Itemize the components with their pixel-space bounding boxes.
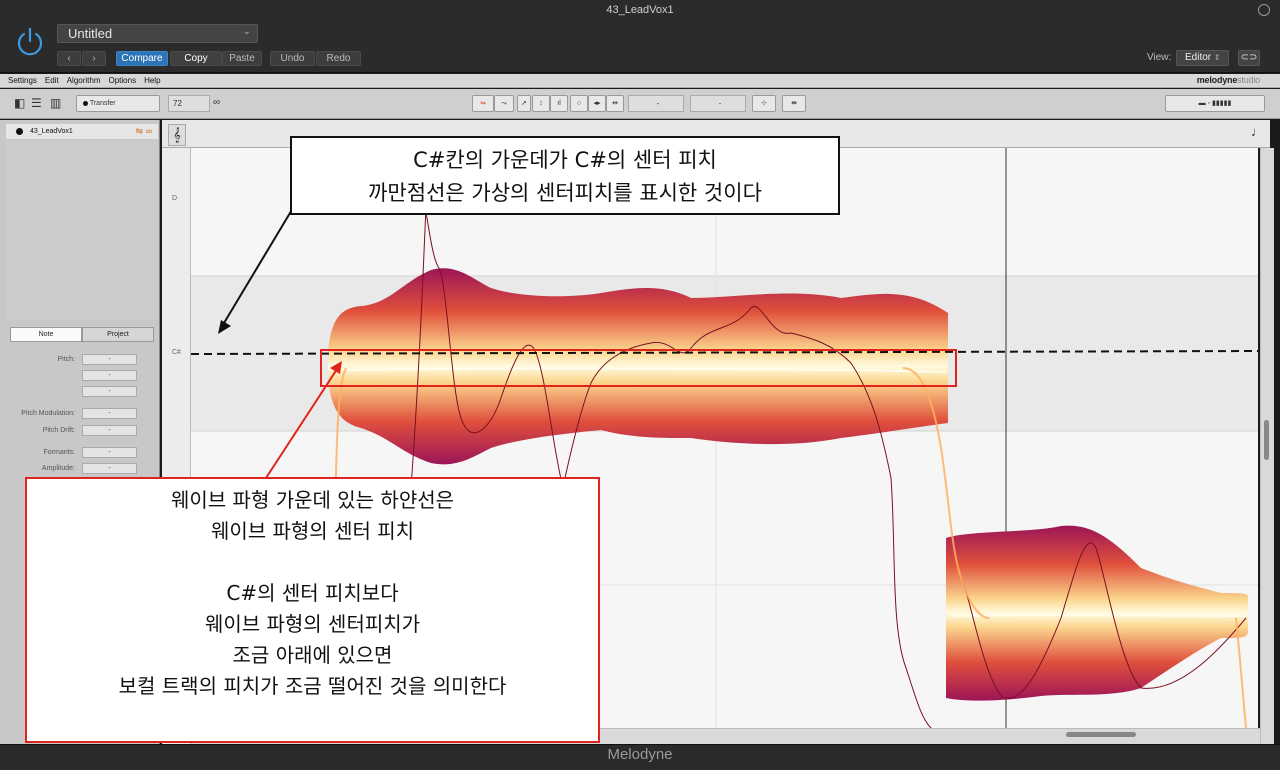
horizontal-scroll-thumb[interactable]: [1066, 732, 1136, 737]
menu-bar: Settings Edit Algorithm Options Help mel…: [0, 74, 1280, 88]
pitch-drift-value[interactable]: -: [82, 425, 137, 436]
separation-tool-icon[interactable]: ⇹: [606, 95, 624, 112]
pitch-modulation-value[interactable]: -: [82, 408, 137, 419]
window-title: 43_LeadVox1: [606, 4, 674, 16]
pitch-macro-icon[interactable]: ⇋: [472, 95, 494, 112]
zoom-horizontal-icon[interactable]: ⇼: [782, 95, 806, 112]
copy-button[interactable]: Copy: [170, 51, 222, 66]
menu-algorithm[interactable]: Algorithm: [67, 76, 101, 85]
pitch-label-d: D: [172, 195, 178, 202]
amplitude-value[interactable]: -: [82, 463, 137, 474]
chevron-updown-icon: ⇕: [1213, 53, 1221, 62]
quantize-icon[interactable]: ⤳: [494, 95, 514, 112]
inspector-tabs: Note Project: [10, 327, 155, 342]
pitch-drift-label: Pitch Drift:: [42, 427, 75, 434]
link-icon[interactable]: ⊂⊃: [1238, 50, 1260, 66]
pitch-value-2[interactable]: -: [82, 370, 137, 381]
power-icon[interactable]: [14, 26, 46, 58]
annotation-top-line1: C#칸의 가운데가 C#의 센터 피치: [413, 148, 717, 172]
tempo-field[interactable]: 72: [168, 95, 210, 112]
value-field-a[interactable]: -: [628, 95, 684, 112]
brand-name: melodyne: [1196, 75, 1238, 85]
annotation-top-line2: 까만점선은 가상의 센터피치를 표시한 것이다: [368, 181, 762, 205]
view-select[interactable]: Editor ⇕: [1176, 50, 1229, 66]
compare-button[interactable]: Compare: [116, 51, 168, 66]
mixer-icon[interactable]: ☰: [31, 96, 42, 110]
link-icon[interactable]: ∞: [213, 96, 220, 110]
zoom-slider[interactable]: ▬ ◦ ▮▮▮▮▮: [1165, 95, 1265, 112]
track-record-icon[interactable]: [16, 128, 23, 135]
view-value: Editor: [1185, 52, 1212, 63]
annotation-top: C#칸의 가운데가 C#의 센터 피치 까만점선은 가상의 센터피치를 표시한 …: [290, 136, 840, 215]
layout-icon[interactable]: ◧: [14, 96, 25, 110]
transfer-label: Transfer: [89, 100, 116, 107]
formants-label: Formants:: [43, 449, 75, 456]
toolbar: ◧ ☰ ▥ Transfer 72 ∞ ⇋ ⤳ ➚ ↕ ıl ○ ◂▸ ⇹ - …: [0, 89, 1280, 119]
record-icon: [83, 100, 88, 106]
pitch-label-csharp: C#: [172, 349, 181, 356]
annotation-bottom: 웨이브 파형 가운데 있는 하얀선은 웨이브 파형의 센터 피치 C#의 센터 …: [25, 477, 600, 743]
redo-button[interactable]: Redo: [316, 51, 361, 66]
track-row[interactable]: 43_LeadVox1 ⇋ ∞: [6, 124, 158, 139]
annotation-bottom-line4: 웨이브 파형의 센터피치가: [204, 612, 421, 636]
pointer-tool-icon[interactable]: ➚: [517, 95, 531, 112]
menu-help[interactable]: Help: [144, 76, 160, 85]
annotation-bottom-line5: 조금 아래에 있으면: [232, 643, 393, 667]
amplitude-label: Amplitude:: [41, 465, 75, 472]
formant-tool-icon[interactable]: ○: [570, 95, 588, 112]
pitch-tool-icon[interactable]: ↕: [532, 95, 550, 112]
window-close-button[interactable]: [1258, 4, 1270, 16]
track-list: [6, 140, 158, 320]
preset-select[interactable]: Untitled ⌄: [57, 24, 258, 43]
annotation-bottom-line3: C#의 센터 피치보다: [226, 581, 399, 605]
value-field-b[interactable]: -: [690, 95, 746, 112]
amplitude-tool-icon[interactable]: ◂▸: [588, 95, 606, 112]
pitch-value-1[interactable]: -: [82, 354, 137, 365]
brand-edition: studio: [1237, 75, 1260, 85]
tab-project[interactable]: Project: [82, 327, 154, 342]
menu-edit[interactable]: Edit: [45, 76, 59, 85]
track-link-icon[interactable]: ⇋ ∞: [136, 124, 152, 139]
zoom-fit-icon[interactable]: ⊹: [752, 95, 776, 112]
levels-icon[interactable]: ▥: [50, 96, 61, 110]
note-icon[interactable]: ♩: [1251, 124, 1264, 139]
footer-title: Melodyne: [607, 746, 673, 763]
annotation-bottom-spacer: [27, 547, 598, 578]
note-blob-main: [328, 268, 948, 465]
tab-note[interactable]: Note: [10, 327, 82, 342]
preset-prev-button[interactable]: ‹: [57, 51, 81, 66]
vertical-scroll-thumb[interactable]: [1264, 420, 1269, 460]
annotation-bottom-line2: 웨이브 파형의 센터 피치: [210, 519, 415, 543]
menu-options[interactable]: Options: [109, 76, 137, 85]
pitch-label: Pitch:: [57, 356, 75, 363]
annotation-bottom-line6: 보컬 트랙의 피치가 조금 떨어진 것을 의미한다: [118, 674, 507, 698]
menu-settings[interactable]: Settings: [8, 76, 37, 85]
preset-value: Untitled: [68, 26, 113, 41]
brand-logo: melodynestudio: [1197, 75, 1260, 85]
view-label: View:: [1147, 52, 1172, 63]
annotation-bottom-line1: 웨이브 파형 가운데 있는 하얀선은: [170, 488, 455, 512]
transfer-button[interactable]: Transfer: [76, 95, 160, 112]
pitch-modulation-label: Pitch Modulation:: [21, 410, 75, 417]
undo-button[interactable]: Undo: [270, 51, 315, 66]
formants-value[interactable]: -: [82, 447, 137, 458]
track-name: 43_LeadVox1: [30, 128, 73, 135]
preset-next-button[interactable]: ›: [82, 51, 106, 66]
chevron-down-icon: ⌄: [242, 26, 251, 37]
pitch-value-3[interactable]: -: [82, 386, 137, 397]
clef-icon[interactable]: 𝄞: [168, 124, 186, 146]
timing-tool-icon[interactable]: ıl: [550, 95, 568, 112]
paste-button[interactable]: Paste: [222, 51, 262, 66]
